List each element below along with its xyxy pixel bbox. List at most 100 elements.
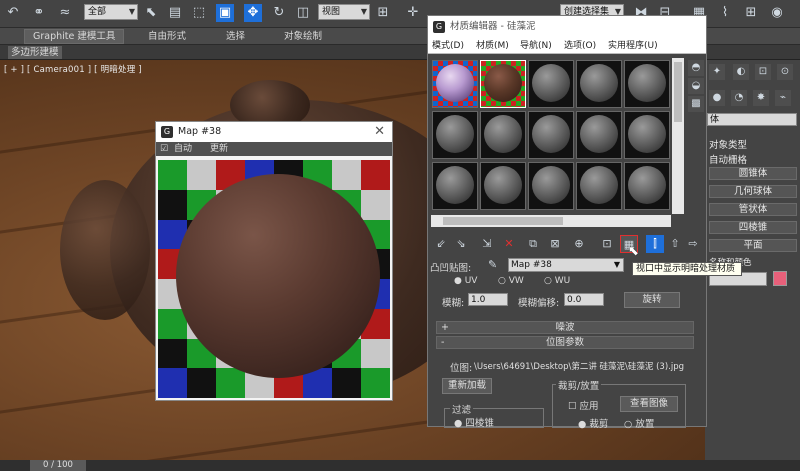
noise-rollout[interactable]: + 噪波 [436, 321, 694, 334]
select-object-icon[interactable]: ⬉ [142, 4, 160, 22]
undo-icon[interactable]: ↶ [4, 4, 22, 22]
backlight-icon[interactable]: ◒ [688, 78, 704, 94]
tab-object-paint[interactable]: 对象绘制 [284, 30, 322, 43]
slots-horizontal-scrollbar[interactable] [431, 215, 671, 227]
material-slot[interactable] [480, 162, 526, 210]
move-icon[interactable]: ✥ [244, 4, 262, 22]
material-slot[interactable] [480, 111, 526, 159]
schematic-icon[interactable]: ⊞ [742, 4, 760, 22]
place-radio[interactable]: ○ 放置 [624, 416, 654, 430]
primitive-type-dropdown[interactable]: 体 [707, 113, 797, 126]
window-crossing-icon[interactable]: ▣ [216, 4, 234, 22]
create-tab-icon[interactable]: ✦ [709, 64, 725, 80]
vw-radio[interactable]: ○ VW [498, 276, 524, 286]
slots-vertical-scrollbar[interactable] [672, 58, 684, 214]
material-slot[interactable] [528, 162, 574, 210]
link-icon[interactable]: ⚭ [30, 4, 48, 22]
auto-checkbox-icon[interactable]: ☑ [160, 144, 168, 154]
material-slot[interactable] [432, 111, 478, 159]
menu-navigation[interactable]: 导航(N) [520, 38, 552, 54]
cameras-icon[interactable]: ⌁ [775, 90, 791, 106]
map-window-titlebar[interactable]: G Map #38 ✕ [156, 122, 392, 142]
time-slider[interactable]: 0 / 100 [30, 460, 86, 471]
view-image-button[interactable]: 查看图像 [620, 396, 678, 412]
scale-icon[interactable]: ◫ [294, 4, 312, 22]
bitmap-params-rollout[interactable]: - 位图参数 [436, 336, 694, 349]
autogrid-checkbox[interactable]: 自动栅格 [709, 152, 747, 166]
ref-coord-dropdown[interactable]: 视图 ▼ [318, 4, 370, 20]
select-manipulate-icon[interactable]: ✛ [404, 4, 422, 22]
geometry-icon[interactable]: ● [709, 90, 725, 106]
close-icon[interactable]: ✕ [374, 122, 385, 142]
selection-filter-dropdown[interactable]: 全部 ▼ [84, 4, 138, 20]
update-button[interactable]: 更新 [210, 142, 228, 156]
tab-poly-modeling[interactable]: 多边形建模 [8, 46, 62, 59]
lights-icon[interactable]: ✸ [753, 90, 769, 106]
viewport-label[interactable]: [ + ] [ Camera001 ] [ 明暗处理 ] [4, 63, 142, 75]
material-slot[interactable] [576, 60, 622, 108]
motion-tab-icon[interactable]: ⊙ [777, 64, 793, 80]
background-icon[interactable]: ▩ [688, 96, 704, 112]
hierarchy-tab-icon[interactable]: ⊡ [755, 64, 771, 80]
pyramid-button[interactable]: 四棱锥 [709, 221, 797, 234]
checker-square [361, 160, 390, 190]
put-to-library-icon[interactable]: ⊕ [570, 235, 588, 253]
menu-mode[interactable]: 模式(D) [432, 38, 464, 54]
shapes-icon[interactable]: ◔ [731, 90, 747, 106]
get-material-icon[interactable]: ⇙ [432, 235, 450, 253]
reload-button[interactable]: 重新加载 [442, 378, 492, 394]
tab-graphite[interactable]: Graphite 建模工具 [24, 29, 125, 44]
material-slot[interactable] [432, 162, 478, 210]
menu-material[interactable]: 材质(M) [476, 38, 509, 54]
geosphere-button[interactable]: 几何球体 [709, 185, 797, 198]
menu-options[interactable]: 选项(O) [564, 38, 596, 54]
wu-radio[interactable]: ○ WU [544, 276, 570, 286]
tab-freeform[interactable]: 自由形式 [148, 30, 186, 43]
material-slot[interactable] [480, 60, 526, 108]
map-name-field[interactable]: Map #38 ▼ [508, 258, 624, 272]
material-editor-icon[interactable]: ◉ [768, 4, 786, 22]
material-slot[interactable] [624, 162, 670, 210]
material-slot[interactable] [576, 162, 622, 210]
tab-selection[interactable]: 选择 [226, 30, 245, 43]
pyramidal-radio[interactable]: ● 四棱锥 [454, 415, 494, 429]
material-id-icon[interactable]: ⊡ [598, 235, 616, 253]
material-slot[interactable] [528, 60, 574, 108]
apply-checkbox[interactable]: ☐ 应用 [568, 398, 599, 412]
put-to-scene-icon[interactable]: ⇘ [452, 235, 470, 253]
pivot-icon[interactable]: ⊞ [374, 4, 392, 22]
eyedropper-icon[interactable]: ✎ [488, 258, 497, 271]
cone-button[interactable]: 圆锥体 [709, 167, 797, 180]
modify-tab-icon[interactable]: ◐ [733, 64, 749, 80]
go-forward-icon[interactable]: ⇨ [684, 235, 702, 253]
reset-map-icon[interactable]: ✕ [500, 235, 518, 253]
crop-radio[interactable]: ● 裁剪 [578, 416, 608, 430]
unlink-icon[interactable]: ≈ [56, 4, 74, 22]
material-slot[interactable] [528, 111, 574, 159]
copy-material-icon[interactable]: ⧉ [524, 235, 542, 253]
blur-offset-field[interactable]: 0.0 [564, 293, 604, 306]
tube-button[interactable]: 管状体 [709, 203, 797, 216]
object-color-swatch[interactable] [773, 271, 787, 286]
material-slot[interactable] [624, 60, 670, 108]
sample-type-icon[interactable]: ◓ [688, 60, 704, 76]
make-unique-icon[interactable]: ⊠ [546, 235, 564, 253]
material-editor-titlebar[interactable]: G 材质编辑器 - 硅藻泥 [428, 16, 706, 38]
material-slot[interactable] [624, 111, 670, 159]
plane-button[interactable]: 平面 [709, 239, 797, 252]
menu-utilities[interactable]: 实用程序(U) [608, 38, 658, 54]
curve-editor-icon[interactable]: ⌇ [716, 4, 734, 22]
blur-field[interactable]: 1.0 [468, 293, 508, 306]
go-to-parent-icon[interactable]: ⇧ [666, 235, 684, 253]
bitmap-path-button[interactable]: \Users\64691\Desktop\第二讲 硅藻泥\硅藻泥 (3).jpg [474, 360, 686, 372]
timeline[interactable]: 0 / 100 [0, 460, 800, 471]
material-slot[interactable] [576, 111, 622, 159]
select-by-name-icon[interactable]: ▤ [166, 4, 184, 22]
show-end-result-icon[interactable]: ⫿ [646, 235, 664, 253]
rect-region-icon[interactable]: ⬚ [190, 4, 208, 22]
rotate-button[interactable]: 旋转 [624, 292, 680, 308]
material-slot[interactable] [432, 60, 478, 108]
rotate-icon[interactable]: ↻ [270, 4, 288, 22]
assign-material-icon[interactable]: ⇲ [478, 235, 496, 253]
uv-radio[interactable]: ● UV [454, 276, 477, 286]
